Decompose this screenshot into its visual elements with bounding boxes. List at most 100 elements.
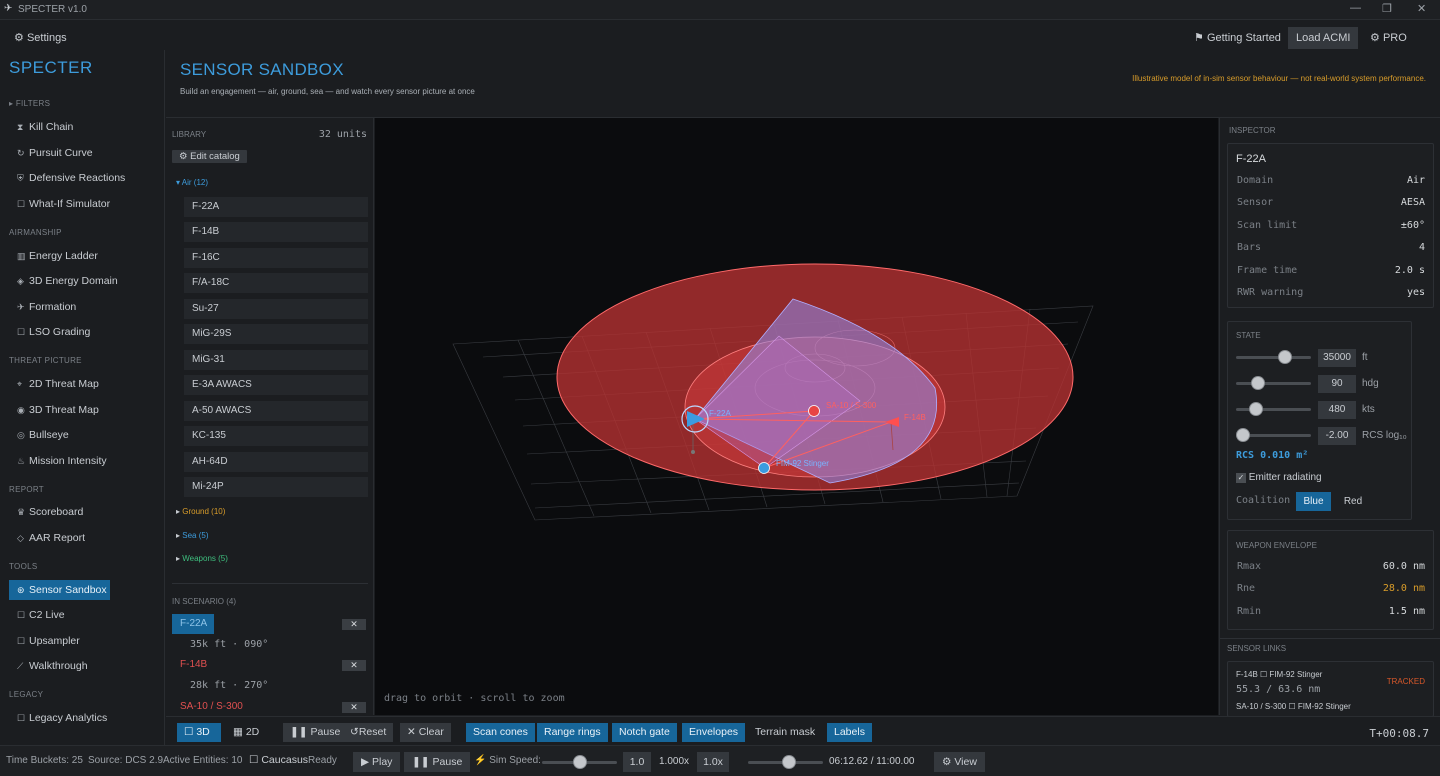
category-ground[interactable]: ▸ Ground (10): [176, 507, 225, 516]
library-unit[interactable]: F-14B: [184, 222, 368, 242]
sim-speed-knob[interactable]: [572, 755, 587, 769]
heading-slider[interactable]: [1236, 382, 1311, 385]
coalition-blue-button[interactable]: Blue: [1296, 492, 1331, 511]
getting-started-button[interactable]: ⚑ Getting Started: [1186, 27, 1289, 49]
altitude-input[interactable]: 35000: [1318, 349, 1356, 367]
coalition-red-button[interactable]: Red: [1336, 492, 1370, 511]
remove-button[interactable]: ✕: [342, 660, 366, 671]
caret-right-icon: ▸: [176, 531, 181, 540]
sidebar-item-mission-intensity[interactable]: ♨ Mission Intensity: [9, 451, 155, 471]
pause-button[interactable]: ❚❚ Pause: [283, 723, 348, 742]
load-acmi-button[interactable]: Load ACMI: [1288, 27, 1359, 49]
close-icon[interactable]: ✕: [1417, 2, 1426, 15]
play-button[interactable]: ▶ Play: [353, 752, 401, 772]
chart-icon: ⟋: [17, 661, 24, 671]
section-tools: TOOLS: [9, 562, 38, 571]
library-count: 32 units: [318, 129, 367, 140]
library-unit[interactable]: KC-135: [184, 426, 368, 446]
minimize-icon[interactable]: —: [1350, 2, 1361, 14]
scene-viewport[interactable]: F-22A SA-10 / S-300 F-14B FIM-92 Stinger…: [375, 118, 1218, 715]
speed-input[interactable]: 480: [1318, 401, 1356, 419]
library-unit[interactable]: MiG-29S: [184, 324, 368, 344]
sidebar-item-upsampler[interactable]: ☐ Upsampler: [9, 631, 155, 651]
reset-button[interactable]: ↺Reset: [343, 723, 394, 742]
toggle-labels[interactable]: Labels: [827, 723, 872, 742]
state-card: STATE 35000 ft 90 hdg 480 kts -2.00 RCS …: [1227, 321, 1412, 520]
view-2d-button[interactable]: ▦ 2D: [226, 723, 266, 742]
sidebar-item-kill-chain[interactable]: ⧗ Kill Chain: [9, 117, 155, 137]
category-weapons[interactable]: ▸ Weapons (5): [176, 554, 228, 563]
library-unit[interactable]: A-50 AWACS: [184, 401, 368, 421]
library-unit[interactable]: F-22A: [184, 197, 368, 217]
sidebar-item-3d-energy-domain[interactable]: ◈ 3D Energy Domain: [9, 271, 155, 291]
sidebar-item-defensive-reactions[interactable]: ⛨ Defensive Reactions: [9, 168, 155, 188]
remove-button[interactable]: ✕: [342, 702, 366, 713]
rcs-slider-knob[interactable]: [1236, 428, 1250, 442]
sa10-marker[interactable]: [808, 405, 820, 417]
time-buckets: Time Buckets: 25: [6, 755, 83, 766]
scenario-item-sa10[interactable]: SA-10 / S-300: [172, 697, 243, 717]
source-label: Source: DCS 2.9: [88, 755, 164, 766]
filters-toggle[interactable]: ▸ FILTERS: [9, 99, 50, 108]
scenario-item-f14b[interactable]: F-14B: [172, 655, 207, 675]
clear-button[interactable]: ✕ Clear: [400, 723, 451, 742]
library-unit[interactable]: AH-64D: [184, 452, 368, 472]
emitter-checkbox[interactable]: ✓ Emitter radiating: [1236, 472, 1322, 483]
sidebar-item-what-if-simulator[interactable]: ☐ What-If Simulator: [9, 194, 155, 214]
view-3d-button[interactable]: ☐ 3D: [177, 723, 221, 742]
toggle-notch-gate[interactable]: Notch gate: [612, 723, 677, 742]
library-unit[interactable]: Mi-24P: [184, 477, 368, 497]
status-pause-button[interactable]: ❚❚ Pause: [404, 752, 471, 772]
map-checkbox[interactable]: ☐ Caucasus: [249, 754, 308, 766]
gear-icon: ⚙: [14, 32, 24, 44]
sidebar-item-2d-threat-map[interactable]: ⌖ 2D Threat Map: [9, 374, 155, 394]
scenario-item-f22a[interactable]: F-22A: [172, 614, 214, 634]
category-air[interactable]: ▾ Air (12): [176, 178, 208, 187]
sidebar-item-3d-threat-map[interactable]: ◉ 3D Threat Map: [9, 400, 155, 420]
timeline-knob[interactable]: [782, 755, 797, 769]
sidebar-item-legacy-analytics[interactable]: ☐ Legacy Analytics: [9, 708, 155, 728]
edit-catalog-button[interactable]: ⚙ Edit catalog: [172, 150, 247, 163]
remove-button[interactable]: ✕: [342, 619, 366, 630]
altitude-slider[interactable]: [1236, 356, 1311, 359]
sidebar-item-walkthrough[interactable]: ⟋ Walkthrough: [9, 656, 155, 676]
scene-canvas[interactable]: F-22A SA-10 / S-300 F-14B FIM-92 Stinger: [375, 118, 1218, 715]
sidebar-item-formation[interactable]: ✈ Formation: [9, 297, 155, 317]
settings-button[interactable]: ⚙ Settings: [6, 27, 75, 49]
maximize-icon[interactable]: ❐: [1382, 2, 1392, 15]
library-unit[interactable]: Su-27: [184, 299, 368, 319]
stinger-marker[interactable]: [758, 462, 770, 474]
heading-input[interactable]: 90: [1318, 375, 1356, 393]
pro-active-badge[interactable]: ⚙ PRO ACTIVE: [1362, 27, 1440, 66]
sidebar-item-sensor-sandbox[interactable]: ⊛ Sensor Sandbox: [9, 580, 110, 600]
library-unit[interactable]: E-3A AWACS: [184, 375, 368, 395]
sidebar-item-aar-report[interactable]: ◇ AAR Report: [9, 528, 155, 548]
sensor-link-card[interactable]: F-14B ☐ FIM-92 Stinger TRACKED 55.3 / 63…: [1227, 661, 1434, 717]
toggle-terrain-mask[interactable]: Terrain mask: [748, 723, 822, 742]
library-unit[interactable]: F-16C: [184, 248, 368, 268]
sidebar-item-bullseye[interactable]: ◎ Bullseye: [9, 425, 155, 445]
speed-slider-knob[interactable]: [1248, 402, 1263, 416]
altitude-slider-knob[interactable]: [1278, 350, 1293, 364]
section-legacy: LEGACY: [9, 690, 44, 699]
sidebar-item-lso-grading[interactable]: ☐ LSO Grading: [9, 322, 155, 342]
toggle-range-rings[interactable]: Range rings: [537, 723, 608, 742]
sim-speed-input[interactable]: 1.0: [623, 752, 651, 772]
view-button[interactable]: ⚙ View: [934, 752, 985, 772]
library-unit[interactable]: F/A-18C: [184, 273, 368, 293]
library-unit[interactable]: MiG-31: [184, 350, 368, 370]
sidebar-item-pursuit-curve[interactable]: ↻ Pursuit Curve: [9, 143, 155, 163]
heading-slider-knob[interactable]: [1251, 376, 1266, 390]
sidebar-item-c2-live[interactable]: ☐ C2 Live: [9, 605, 155, 625]
category-sea[interactable]: ▸ Sea (5): [176, 531, 208, 540]
sidebar-item-label: Mission Intensity: [29, 455, 107, 467]
sidebar-item-energy-ladder[interactable]: ▥ Energy Ladder: [9, 246, 155, 266]
rcs-input[interactable]: -2.00: [1318, 427, 1356, 445]
speed-slider[interactable]: [1236, 408, 1311, 411]
sidebar-item-scoreboard[interactable]: ♛ Scoreboard: [9, 502, 155, 522]
toggle-scan-cones[interactable]: Scan cones: [466, 723, 535, 742]
section-airmanship: AIRMANSHIP: [9, 228, 62, 237]
toggle-envelopes[interactable]: Envelopes: [682, 723, 746, 742]
speed-preset-button[interactable]: 1.0x: [697, 752, 729, 772]
clear-label: Clear: [418, 726, 444, 738]
